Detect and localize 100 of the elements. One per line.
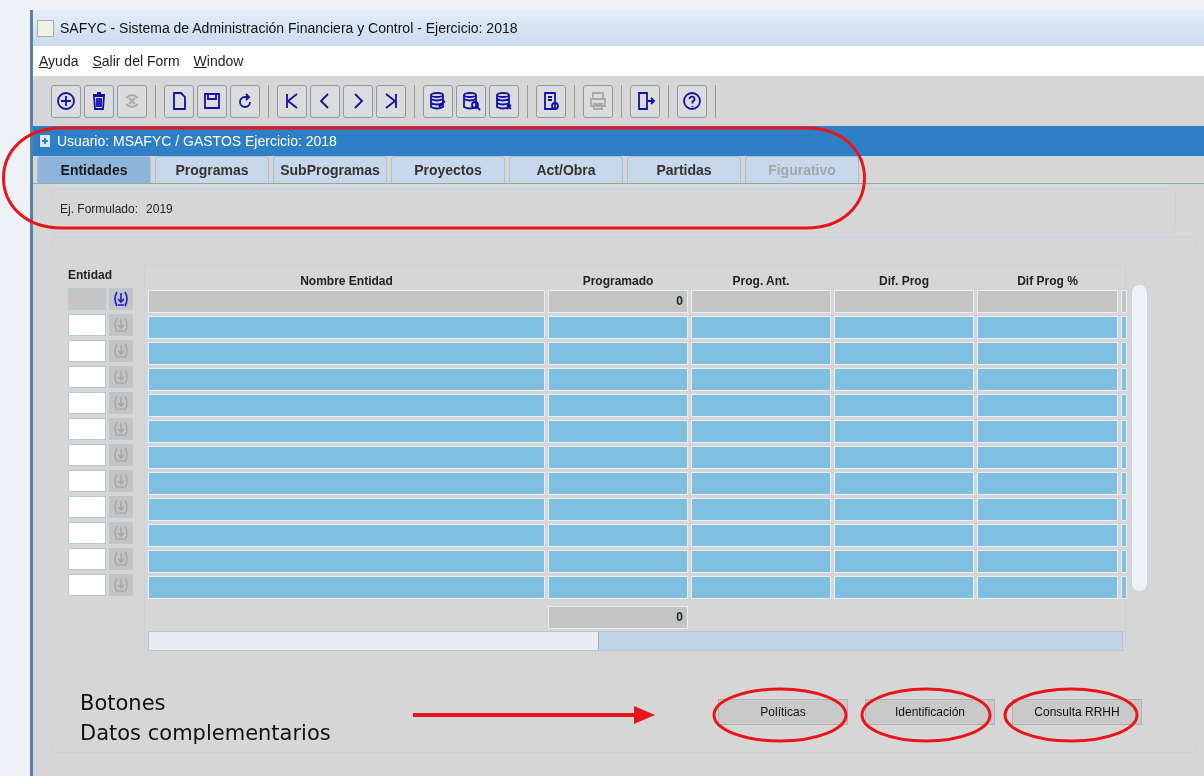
table-cell[interactable] xyxy=(977,498,1118,521)
vertical-scrollbar[interactable] xyxy=(1131,284,1148,592)
table-cell[interactable] xyxy=(691,420,831,443)
table-cell[interactable] xyxy=(148,498,545,521)
table-cell[interactable] xyxy=(977,576,1118,599)
table-cell[interactable] xyxy=(691,472,831,495)
toolbar-button[interactable] xyxy=(536,84,566,118)
form-button[interactable]: Identificación xyxy=(865,699,995,725)
table-cell[interactable] xyxy=(834,472,974,495)
table-cell[interactable] xyxy=(834,498,974,521)
table-cell[interactable] xyxy=(148,394,545,417)
table-cell[interactable] xyxy=(691,576,831,599)
table-cell[interactable] xyxy=(977,394,1118,417)
menu-item[interactable]: Window xyxy=(193,50,244,72)
table-cell[interactable] xyxy=(691,290,831,313)
table-cell[interactable] xyxy=(148,420,545,443)
toolbar-button[interactable] xyxy=(164,84,194,118)
toolbar-button[interactable] xyxy=(343,84,373,118)
table-cell[interactable] xyxy=(148,368,545,391)
list-button[interactable] xyxy=(109,288,133,310)
form-button[interactable]: Políticas xyxy=(718,699,848,725)
toolbar-button[interactable] xyxy=(376,84,406,118)
table-cell[interactable] xyxy=(834,550,974,573)
toolbar-button[interactable] xyxy=(84,84,114,118)
table-cell[interactable] xyxy=(834,368,974,391)
tab[interactable]: Act/Obra xyxy=(509,156,623,183)
table-cell[interactable] xyxy=(834,342,974,365)
table-cell[interactable] xyxy=(1121,368,1127,391)
toolbar-button[interactable] xyxy=(310,84,340,118)
menu-item[interactable]: Salir del Form xyxy=(92,50,180,72)
table-cell[interactable] xyxy=(834,446,974,469)
table-cell[interactable] xyxy=(691,342,831,365)
table-cell[interactable] xyxy=(1121,524,1127,547)
entity-field[interactable] xyxy=(68,366,106,388)
table-cell[interactable] xyxy=(977,368,1118,391)
table-cell[interactable] xyxy=(977,472,1118,495)
table-cell[interactable] xyxy=(691,524,831,547)
table-cell[interactable] xyxy=(691,498,831,521)
table-cell[interactable] xyxy=(691,446,831,469)
table-cell[interactable] xyxy=(548,342,688,365)
entity-field[interactable] xyxy=(68,340,106,362)
toolbar-button[interactable] xyxy=(230,84,260,118)
table-cell[interactable] xyxy=(977,550,1118,573)
toolbar-button[interactable] xyxy=(456,84,486,118)
table-cell[interactable] xyxy=(548,316,688,339)
toolbar-button[interactable] xyxy=(51,84,81,118)
table-cell[interactable] xyxy=(1121,420,1127,443)
table-cell[interactable] xyxy=(148,576,545,599)
table-cell[interactable] xyxy=(691,368,831,391)
table-cell[interactable] xyxy=(977,316,1118,339)
entity-field[interactable] xyxy=(68,496,106,518)
table-cell[interactable] xyxy=(834,394,974,417)
table-cell[interactable] xyxy=(1121,342,1127,365)
tab[interactable]: Entidades xyxy=(37,156,151,183)
table-cell[interactable] xyxy=(834,420,974,443)
table-cell[interactable] xyxy=(1121,498,1127,521)
entity-field[interactable] xyxy=(68,470,106,492)
table-cell[interactable] xyxy=(148,550,545,573)
entity-field[interactable] xyxy=(68,288,106,310)
table-cell[interactable] xyxy=(1121,446,1127,469)
table-cell[interactable] xyxy=(548,550,688,573)
table-cell[interactable] xyxy=(977,446,1118,469)
tab[interactable]: SubProgramas xyxy=(273,156,387,183)
table-cell[interactable] xyxy=(691,550,831,573)
table-cell[interactable] xyxy=(548,472,688,495)
table-cell[interactable] xyxy=(691,316,831,339)
entity-field[interactable] xyxy=(68,314,106,336)
tab[interactable]: Partidas xyxy=(627,156,741,183)
toolbar-button[interactable] xyxy=(197,84,227,118)
table-cell[interactable] xyxy=(548,420,688,443)
table-cell[interactable] xyxy=(1121,576,1127,599)
toolbar-button[interactable] xyxy=(677,84,707,118)
table-cell[interactable] xyxy=(548,394,688,417)
entity-field[interactable] xyxy=(68,522,106,544)
table-cell[interactable] xyxy=(1121,290,1127,313)
table-cell[interactable] xyxy=(548,498,688,521)
table-cell[interactable] xyxy=(834,316,974,339)
table-cell[interactable] xyxy=(148,472,545,495)
table-cell[interactable] xyxy=(148,446,545,469)
table-cell[interactable]: 0 xyxy=(548,290,688,313)
tab[interactable]: Proyectos xyxy=(391,156,505,183)
table-cell[interactable] xyxy=(148,316,545,339)
table-cell[interactable] xyxy=(548,576,688,599)
toolbar-button[interactable] xyxy=(423,84,453,118)
table-cell[interactable] xyxy=(1121,550,1127,573)
table-cell[interactable] xyxy=(548,368,688,391)
table-cell[interactable] xyxy=(1121,316,1127,339)
table-cell[interactable] xyxy=(1121,472,1127,495)
table-cell[interactable] xyxy=(148,290,545,313)
entity-field[interactable] xyxy=(68,392,106,414)
table-cell[interactable] xyxy=(834,290,974,313)
table-cell[interactable] xyxy=(977,290,1118,313)
table-cell[interactable] xyxy=(977,524,1118,547)
table-cell[interactable] xyxy=(977,420,1118,443)
table-cell[interactable] xyxy=(834,576,974,599)
table-cell[interactable] xyxy=(834,524,974,547)
table-cell[interactable] xyxy=(148,524,545,547)
table-cell[interactable] xyxy=(977,342,1118,365)
form-button[interactable]: Consulta RRHH xyxy=(1012,699,1142,725)
entity-field[interactable] xyxy=(68,444,106,466)
